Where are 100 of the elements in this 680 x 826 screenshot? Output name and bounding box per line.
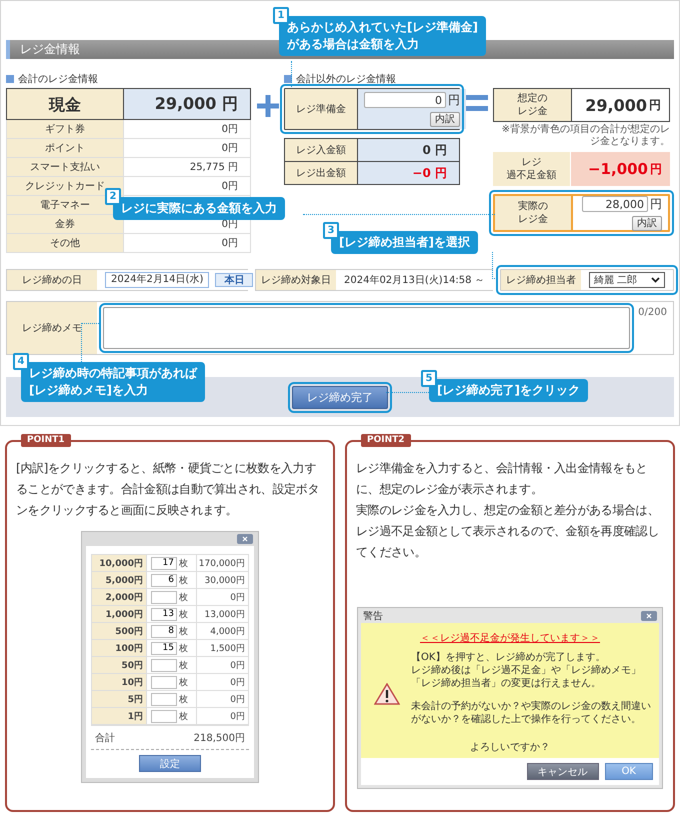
label-text: 過不足金額 <box>506 169 556 182</box>
amount-text: 29,000 <box>585 96 647 114</box>
amount-text: 0円 <box>197 674 248 691</box>
amount-text: 0円 <box>197 589 248 606</box>
step-number: 2 <box>105 188 121 205</box>
unit-text: 枚 <box>179 558 188 570</box>
unit-text: 枚 <box>179 608 188 620</box>
close-button[interactable] <box>237 534 253 544</box>
count-field[interactable] <box>151 658 177 672</box>
label-cell: その他 <box>7 234 124 252</box>
staff-select[interactable]: 綺麗 二郎 <box>589 272 666 288</box>
message-text: レジ締め後は「レジ過不足金」や「レジ締めメモ」「レジ締め担当者」の変更は行えません。 <box>411 664 642 690</box>
section-subtitle: 会計のレジ金情報 <box>18 72 98 86</box>
square-icon <box>6 75 14 83</box>
breakdown-button[interactable]: 内訳 <box>430 112 460 126</box>
label-cell: 現金 <box>7 89 124 119</box>
denomination-label: 5,000円 <box>92 572 146 589</box>
point-label: POINT1 <box>21 434 71 447</box>
value-cell: 0円 <box>124 139 250 158</box>
character-counter: 0/200 <box>638 307 667 320</box>
confirm-question: よろしいですか？ <box>469 741 551 754</box>
unit-text: 枚 <box>179 592 188 604</box>
unit-text: 枚 <box>179 642 188 654</box>
amount-text: 0円 <box>197 657 248 674</box>
denomination-label: 1,000円 <box>92 606 146 623</box>
count-field[interactable]: 8 <box>151 624 177 638</box>
step-number: 4 <box>13 353 29 370</box>
label-cell: ギフト券 <box>7 120 124 139</box>
label-text: レジ <box>522 156 542 169</box>
cancel-button[interactable]: キャンセル <box>526 763 599 780</box>
label-text: 想定の <box>518 92 548 105</box>
step-number: 3 <box>323 222 339 239</box>
count-field[interactable]: 15 <box>151 642 177 654</box>
amount-text: 13,000円 <box>197 606 248 623</box>
warning-headline: ＜＜レジ過不足金が発生しています＞＞ <box>419 632 601 645</box>
value-cell: 0円 <box>124 177 250 196</box>
amount-text: −1,000 <box>588 160 648 178</box>
unit-text: 円 <box>650 196 662 212</box>
amount-text: 4,000円 <box>197 623 248 640</box>
amount-field[interactable]: 0 <box>364 92 446 108</box>
label-text: レジ金 <box>518 105 548 118</box>
point-text: 実際のレジ金を入力し、想定の金額と差分がある場合は、レジ過不足金額として表示されるので、金額を再度確認してください。 <box>356 502 660 561</box>
amount-text: 0円 <box>197 708 248 725</box>
value-cell: 25,775 円 <box>124 158 250 177</box>
warning-icon <box>374 682 400 704</box>
today-button[interactable]: 本日 <box>215 273 254 287</box>
value-cell: −0 円 <box>358 161 459 184</box>
label-cell: レジ入金額 <box>285 139 358 161</box>
value-cell-text: 0円 <box>220 237 239 251</box>
unit-text: 枚 <box>179 676 188 688</box>
count-field[interactable]: 6 <box>151 574 177 586</box>
step-number: 1 <box>273 7 289 24</box>
amount-text: 0円 <box>197 691 248 708</box>
unit-text: 枚 <box>179 574 188 586</box>
count-field[interactable]: 13 <box>151 608 177 620</box>
unit-text: 枚 <box>179 694 188 706</box>
unit-text: 円 <box>448 92 460 108</box>
callout: レジに実際にある金額を入力 <box>113 197 285 220</box>
unit-text: 円 <box>649 96 661 114</box>
leader-line <box>291 61 292 87</box>
count-field[interactable] <box>151 676 177 688</box>
chevron-down-icon <box>651 277 660 283</box>
label-cell: ポイント <box>7 139 124 158</box>
point-text: レジ準備金を入力すると、会計情報・入出金情報をもとに、想定のレジ金が表示されます。 <box>356 460 648 498</box>
denomination-label: 100円 <box>92 640 146 657</box>
denomination-label: 500円 <box>92 623 146 640</box>
denomination-label: 5円 <box>92 691 146 708</box>
label-cell: 金券 <box>7 215 124 234</box>
equals-icon <box>466 95 488 111</box>
label-cell: レジ締め対象日 <box>256 270 336 290</box>
amount-text: 30,000円 <box>197 572 248 589</box>
count-field[interactable] <box>151 590 177 604</box>
label-cell: レジ締めメモ <box>7 302 97 354</box>
unit-text: 円 <box>650 160 662 178</box>
label-cell: スマート支払い <box>7 158 124 177</box>
value-cell: 0 円 <box>358 139 459 161</box>
date-field[interactable]: 2024年2月14日(水) <box>105 272 210 288</box>
close-button[interactable] <box>641 610 657 620</box>
dialog-title: 警告 <box>363 610 383 622</box>
breakdown-button[interactable]: 内訳 <box>632 216 662 230</box>
label-text: 実際の <box>518 200 548 213</box>
section-subtitle: 会計以外のレジ金情報 <box>296 72 396 86</box>
point-label: POINT2 <box>361 434 411 447</box>
count-field[interactable]: 17 <box>151 556 177 570</box>
denomination-label: 1円 <box>92 708 146 725</box>
plus-icon <box>256 95 278 117</box>
value-cell: 0円 <box>124 120 250 139</box>
message-text: 未会計の予約がないか？や実際のレジ金の数え間違いがないか？を確認した上で操作を行ってください。 <box>411 700 651 726</box>
unit-text: 枚 <box>179 626 188 638</box>
note-text: ※背景が青色の項目の合計が想定のレジ金となります。 <box>500 124 670 148</box>
total-label: 合計 <box>95 732 115 745</box>
count-field[interactable] <box>151 710 177 722</box>
date-time-text: 2024年02月13日(火)14:58 ～ <box>344 274 485 287</box>
unit-text: 枚 <box>179 710 188 722</box>
denomination-label: 2,000円 <box>92 589 146 606</box>
amount-field[interactable]: 28,000 <box>582 196 648 212</box>
amount-text: 1,500円 <box>197 640 248 657</box>
value-cell: 29,000 円 <box>124 89 250 119</box>
count-field[interactable] <box>151 692 177 706</box>
unit-text: 枚 <box>179 660 188 672</box>
